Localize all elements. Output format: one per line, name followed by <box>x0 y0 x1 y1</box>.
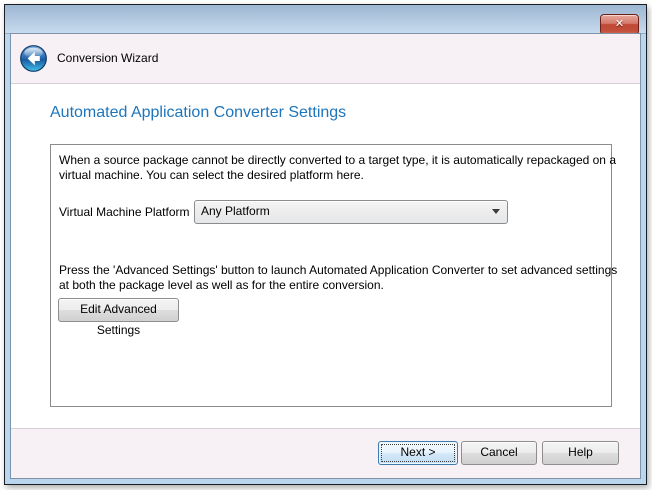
advanced-line-2: at both the package level as well as for… <box>59 278 617 293</box>
title-bar[interactable]: ✕ <box>5 5 646 34</box>
vm-platform-dropdown[interactable]: Any Platform <box>194 200 508 224</box>
close-button[interactable]: ✕ <box>600 14 639 35</box>
settings-groupbox: When a source package cannot be directly… <box>50 144 612 407</box>
back-button[interactable] <box>20 45 47 72</box>
next-button-label: Next > <box>400 445 435 459</box>
intro-line-1: When a source package cannot be directly… <box>59 153 616 168</box>
intro-text: When a source package cannot be directly… <box>59 153 616 183</box>
cancel-button[interactable]: Cancel <box>461 441 537 465</box>
dialog-body: Conversion Wizard Automated Application … <box>10 33 641 479</box>
close-icon: ✕ <box>615 18 624 30</box>
wizard-header: Conversion Wizard <box>11 34 640 84</box>
help-button[interactable]: Help <box>542 441 619 465</box>
vm-platform-label: Virtual Machine Platform <box>59 205 190 219</box>
advanced-settings-text: Press the 'Advanced Settings' button to … <box>59 263 617 293</box>
intro-line-2: virtual machine. You can select the desi… <box>59 168 616 183</box>
next-button[interactable]: Next > <box>378 441 458 465</box>
footer-bar: Next > Cancel Help <box>11 428 640 478</box>
vm-platform-selected-value: Any Platform <box>201 201 270 221</box>
page-title: Automated Application Converter Settings <box>50 104 346 122</box>
wizard-title: Conversion Wizard <box>57 34 158 83</box>
edit-advanced-settings-button[interactable]: Edit Advanced Settings <box>58 298 179 322</box>
dropdown-arrow-icon <box>492 209 500 214</box>
back-arrow-icon <box>20 59 47 76</box>
wizard-window: ✕ <box>4 4 647 485</box>
advanced-line-1: Press the 'Advanced Settings' button to … <box>59 263 617 278</box>
